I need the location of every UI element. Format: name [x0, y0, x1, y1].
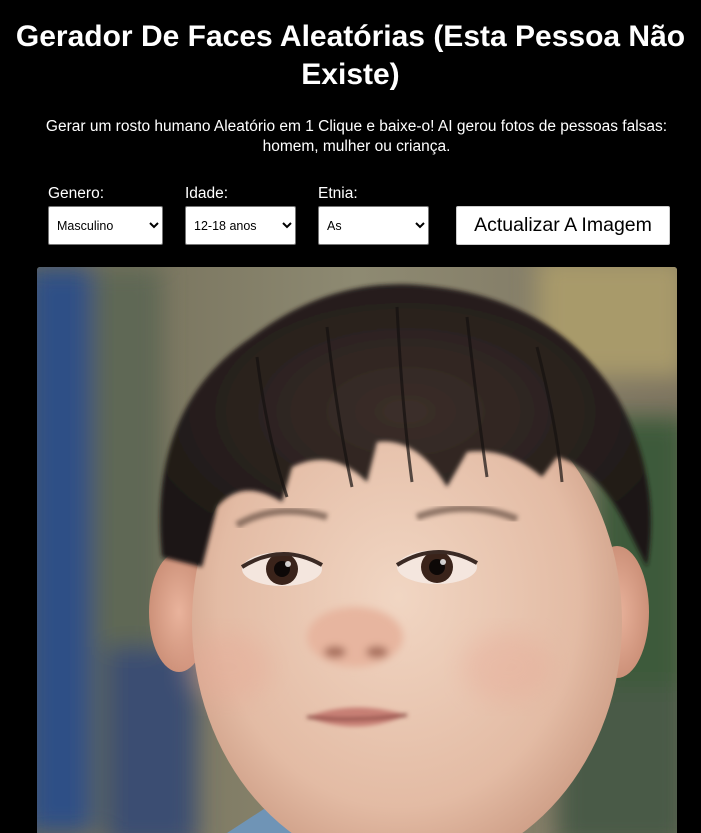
gender-select[interactable]: Masculino	[48, 206, 163, 245]
ethnicity-filter: Etnia: As	[318, 185, 429, 245]
age-label: Idade:	[185, 185, 229, 202]
ethnicity-label: Etnia:	[318, 185, 358, 202]
ethnicity-select[interactable]: As	[318, 206, 429, 245]
gender-filter: Genero: Masculino	[48, 185, 163, 245]
refresh-image-button[interactable]: Actualizar A Imagem	[456, 206, 670, 245]
page-title: Gerador De Faces Aleatórias (Esta Pessoa…	[15, 20, 686, 91]
gender-label: Genero:	[48, 185, 105, 202]
age-select[interactable]: 12-18 anos	[185, 206, 296, 245]
page-subtitle: Gerar um rosto humano Aleatório em 1 Cli…	[45, 118, 668, 155]
generated-face-image	[37, 267, 677, 833]
age-filter: Idade: 12-18 anos	[185, 185, 296, 245]
face-illustration	[37, 267, 677, 833]
